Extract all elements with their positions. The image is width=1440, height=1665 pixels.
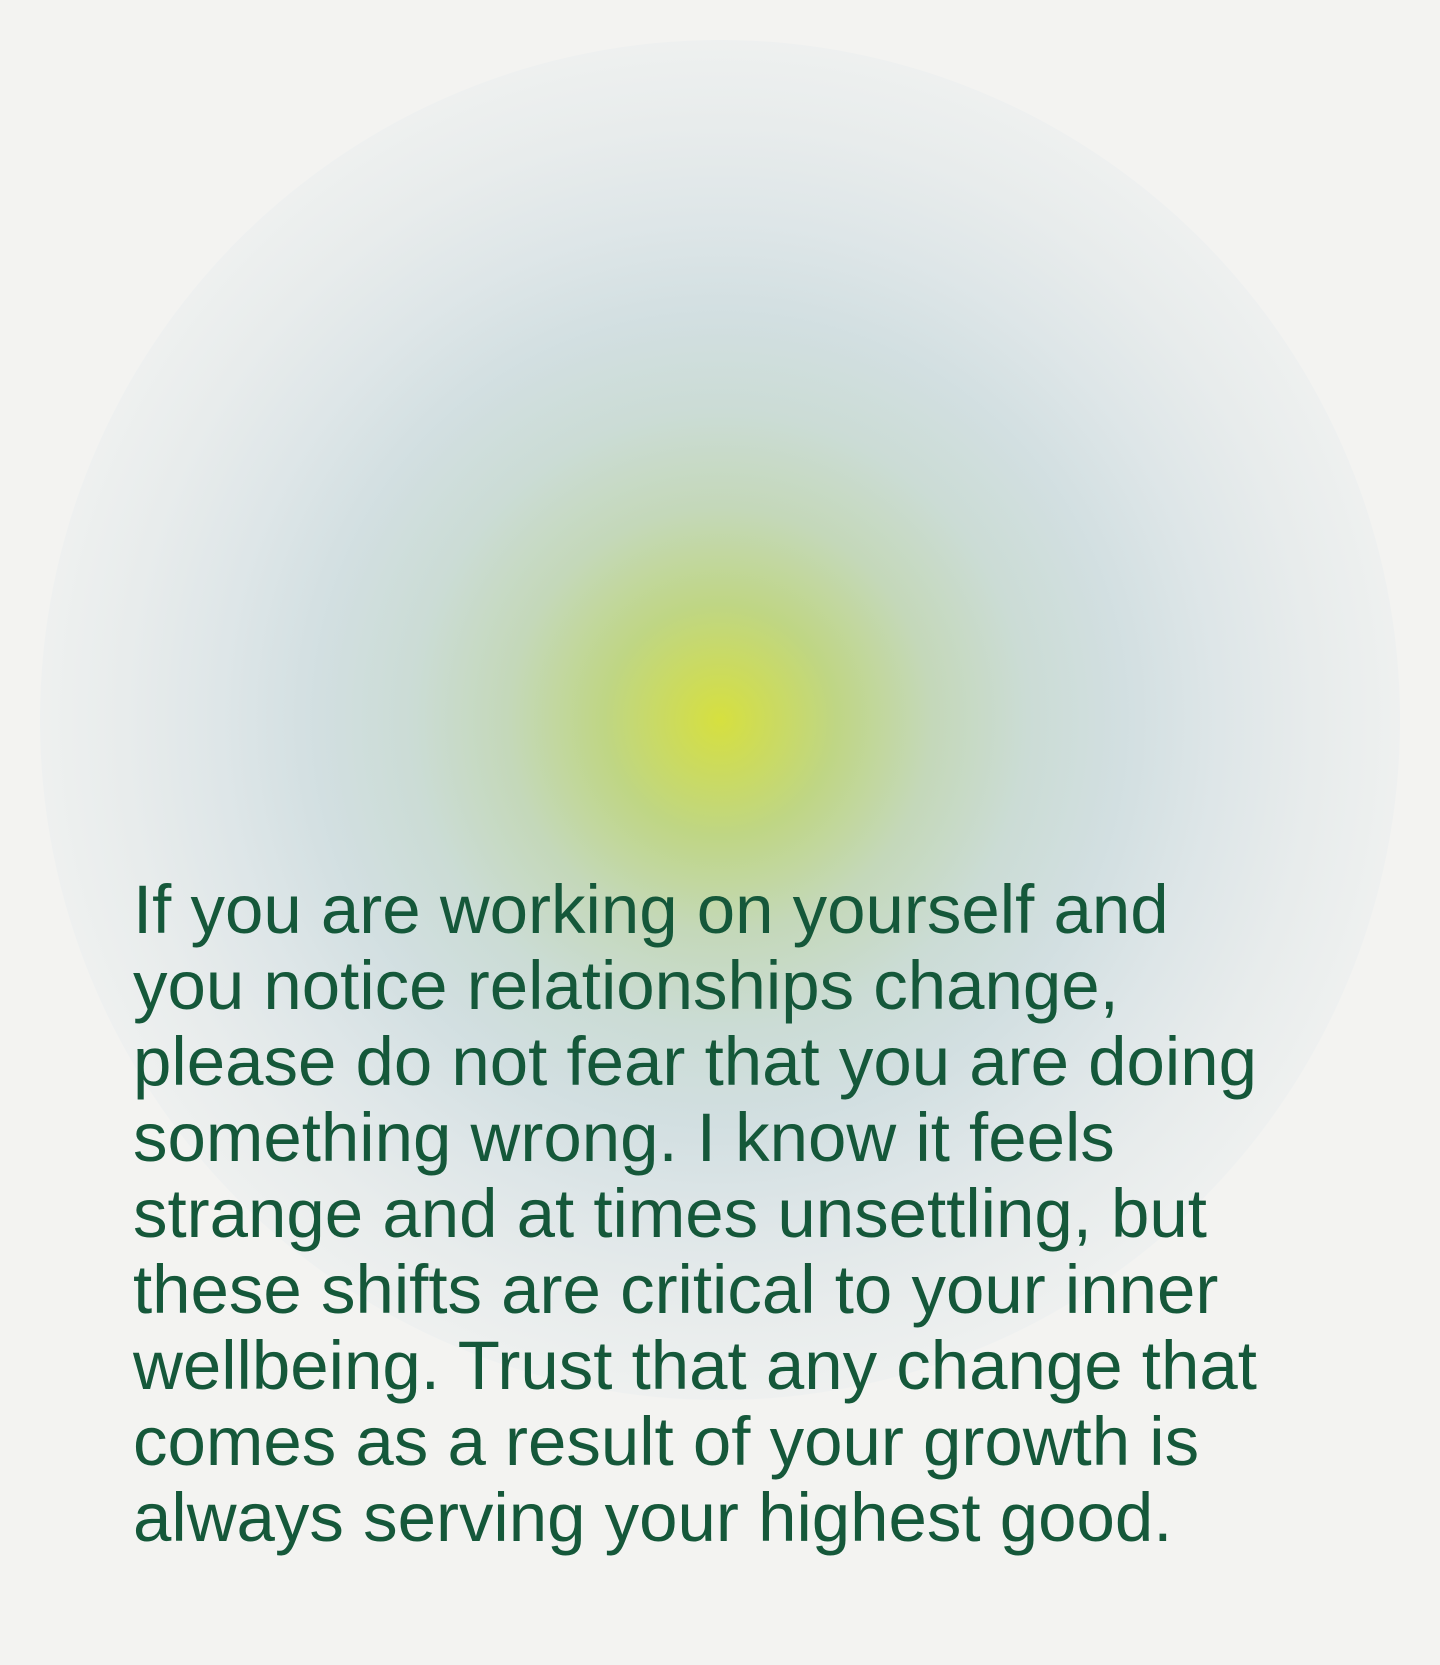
quote-line: something wrong. I know it feels (133, 1099, 1115, 1176)
quote-line: wellbeing. Trust that any change that (133, 1327, 1257, 1404)
quote-line: please do not fear that you are doing (133, 1023, 1257, 1100)
quote-line: you notice relationships change, (133, 947, 1119, 1024)
quote-line: these shifts are critical to your inner (133, 1251, 1219, 1328)
quote-text: If you are working on yourself and you n… (133, 872, 1383, 1556)
post-canvas: If you are working on yourself and you n… (0, 0, 1440, 1665)
quote-line: strange and at times unsettling, but (133, 1175, 1207, 1252)
quote-line: always serving your highest good. (133, 1479, 1173, 1556)
quote-line: If you are working on yourself and (133, 871, 1169, 948)
quote-line: comes as a result of your growth is (133, 1403, 1200, 1480)
